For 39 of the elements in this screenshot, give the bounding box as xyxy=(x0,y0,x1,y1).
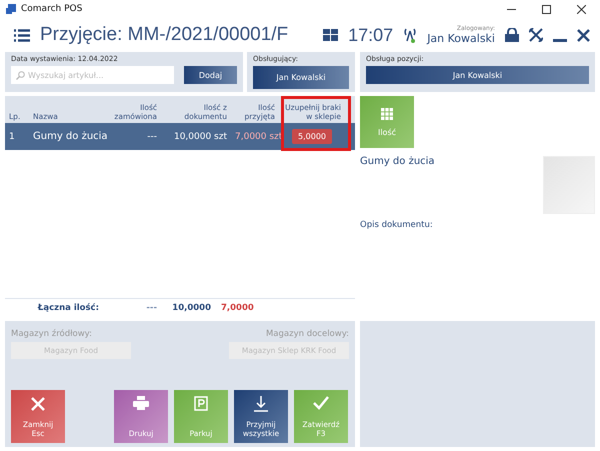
checkmark-icon xyxy=(313,396,329,410)
window-title: Comarch POS xyxy=(21,4,82,14)
close-icon xyxy=(30,396,46,412)
position-handler-button[interactable]: Jan Kowalski xyxy=(366,66,589,84)
source-warehouse-label: Magazyn źródłowy: xyxy=(11,329,92,339)
download-icon xyxy=(254,396,268,412)
grid-icon[interactable] xyxy=(323,29,338,41)
table-row[interactable]: 1 Gumy do żucia --- 10,0000 szt 7,0000 szt 5,0000 xyxy=(5,123,355,150)
parking-icon xyxy=(194,396,208,411)
search-icon xyxy=(16,70,25,80)
close-icon[interactable] xyxy=(577,4,586,14)
search-field[interactable]: Wyszukaj artykuł... xyxy=(11,66,174,84)
total-ordered: --- xyxy=(145,303,158,313)
close-icon[interactable] xyxy=(577,28,590,42)
tools-icon[interactable] xyxy=(529,28,543,42)
shortage-value[interactable]: 5,0000 xyxy=(292,129,332,144)
signal-tower-icon xyxy=(403,27,418,43)
table-cell-text: 7,0000 szt xyxy=(234,132,279,142)
user-name: Jan Kowalski xyxy=(427,32,495,45)
keypad-icon xyxy=(381,108,393,120)
product-name: Gumy do żucia xyxy=(360,156,435,167)
clock-time: 17:07 xyxy=(348,24,394,46)
app-logo-icon xyxy=(6,4,16,14)
table-cell-text: 1 xyxy=(8,132,16,142)
add-button[interactable]: Dodaj xyxy=(184,66,237,84)
maximize-icon[interactable] xyxy=(542,4,551,14)
description-label: Opis dokumentu: xyxy=(360,220,434,230)
total-label: Łączna ilość: xyxy=(36,303,100,313)
target-warehouse-label: Magazyn docelowy: xyxy=(266,329,349,339)
minimize-icon[interactable] xyxy=(507,8,516,10)
document-title: Przyjęcie: MM-/2021/00001/F xyxy=(40,24,288,46)
operator-button[interactable]: Jan Kowalski xyxy=(253,66,349,89)
photo-placeholder xyxy=(543,156,595,214)
total-received: 7,0000 xyxy=(220,303,255,313)
table-cell-text: 10,0000 szt xyxy=(172,132,228,142)
printer-icon xyxy=(133,396,149,410)
lock-icon[interactable] xyxy=(505,28,519,42)
menu-icon[interactable] xyxy=(14,28,30,42)
highlight-frame xyxy=(281,96,351,151)
